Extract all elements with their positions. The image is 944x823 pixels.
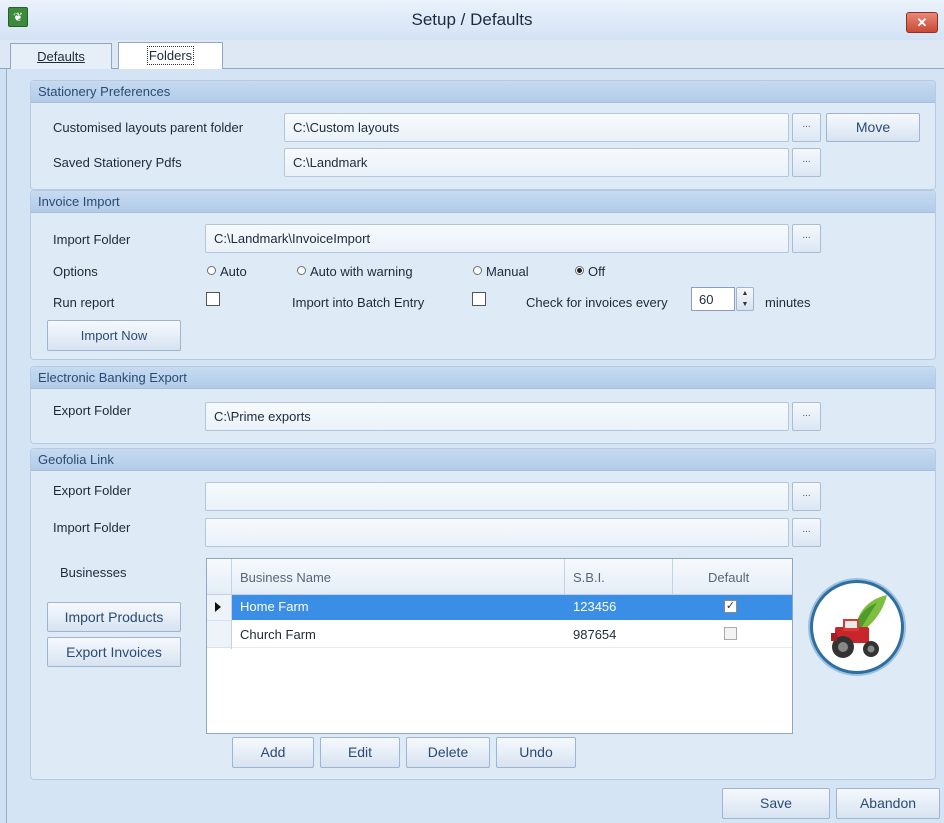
tractor-leaf-icon (831, 595, 887, 658)
row-business-name: Home Farm (240, 599, 309, 614)
window-title: Setup / Defaults (411, 10, 533, 29)
option-auto-warning-label[interactable]: Auto with warning (310, 264, 413, 279)
check-interval-value: 60 (699, 292, 714, 307)
import-folder-label: Import Folder (53, 232, 131, 247)
custom-layouts-label: Customised layouts parent folder (53, 120, 244, 135)
minutes-label: minutes (765, 295, 811, 310)
geofolia-import-browse-button[interactable]: ... (792, 518, 821, 547)
check-interval-input[interactable]: 60 (691, 287, 735, 311)
table-row[interactable] (232, 621, 792, 648)
geofolia-import-label: Import Folder (53, 520, 131, 535)
row-business-name: Church Farm (240, 627, 316, 642)
add-button[interactable]: Add (232, 737, 314, 768)
invoice-import-heading: Invoice Import (31, 191, 935, 213)
grid-divider (564, 559, 565, 594)
tab-folders-label: Folders (146, 46, 195, 65)
check-invoices-label: Check for invoices every (526, 295, 668, 310)
option-manual-radio[interactable] (473, 266, 482, 275)
grid-divider (672, 559, 673, 594)
option-auto-warning-radio[interactable] (297, 266, 306, 275)
geofolia-export-browse-button[interactable]: ... (792, 482, 821, 511)
column-header-default[interactable]: Default (708, 570, 749, 585)
banking-export-folder-field[interactable]: C:\Prime exports (205, 402, 789, 431)
saved-pdfs-label: Saved Stationery Pdfs (53, 155, 182, 170)
geofolia-export-field[interactable] (205, 482, 789, 511)
delete-button[interactable]: Delete (406, 737, 490, 768)
saved-pdfs-browse-button[interactable]: ... (792, 148, 821, 177)
row-default-checkbox[interactable] (724, 627, 737, 640)
geofolia-heading: Geofolia Link (31, 449, 935, 471)
option-off-radio[interactable] (575, 266, 584, 275)
options-label: Options (53, 264, 98, 279)
row-indicator (207, 621, 231, 648)
custom-layouts-field[interactable]: C:\Custom layouts (284, 113, 789, 142)
businesses-label: Businesses (60, 565, 127, 580)
check-interval-spinner[interactable]: ▲ ▼ (736, 287, 754, 311)
banking-heading: Electronic Banking Export (31, 367, 935, 389)
row-sbi: 123456 (573, 599, 617, 614)
batch-entry-checkbox[interactable] (472, 292, 486, 306)
edit-button[interactable]: Edit (320, 737, 400, 768)
banking-browse-button[interactable]: ... (792, 402, 821, 431)
tab-defaults-label: Defaults (37, 49, 85, 64)
import-products-button[interactable]: Import Products (47, 602, 181, 632)
saved-pdfs-field[interactable]: C:\Landmark (284, 148, 789, 177)
current-row-arrow-icon (215, 602, 221, 612)
option-auto-label[interactable]: Auto (220, 264, 247, 279)
table-row[interactable] (232, 595, 792, 620)
invoice-import-folder-field[interactable]: C:\Landmark\InvoiceImport (205, 224, 789, 253)
option-manual-label[interactable]: Manual (486, 264, 529, 279)
abandon-button[interactable]: Abandon (836, 788, 940, 819)
banking-export-folder-label: Export Folder (53, 403, 132, 418)
invoice-import-browse-button[interactable]: ... (792, 224, 821, 253)
custom-layouts-browse-button[interactable]: ... (792, 113, 821, 142)
run-report-checkbox[interactable] (206, 292, 220, 306)
geofolia-import-field[interactable] (205, 518, 789, 547)
import-now-button[interactable]: Import Now (47, 320, 181, 351)
row-default-checkbox[interactable]: ✓ (724, 600, 737, 613)
option-auto-radio[interactable] (207, 266, 216, 275)
tab-defaults[interactable]: Defaults (10, 43, 112, 69)
row-sbi: 987654 (573, 627, 617, 642)
column-header-business-name[interactable]: Business Name (240, 570, 331, 585)
stationery-heading: Stationery Preferences (31, 81, 935, 103)
tab-folders[interactable]: Folders (118, 42, 223, 69)
run-report-label: Run report (53, 295, 115, 310)
option-off-label[interactable]: Off (588, 264, 605, 279)
column-header-sbi[interactable]: S.B.I. (573, 570, 605, 585)
move-button[interactable]: Move (826, 113, 920, 142)
undo-button[interactable]: Undo (496, 737, 576, 768)
export-invoices-button[interactable]: Export Invoices (47, 637, 181, 667)
save-button[interactable]: Save (722, 788, 830, 819)
batch-entry-label: Import into Batch Entry (292, 295, 425, 310)
geofolia-logo (810, 580, 904, 674)
close-button[interactable]: ✕ (906, 12, 938, 33)
geofolia-export-label: Export Folder (53, 483, 132, 498)
